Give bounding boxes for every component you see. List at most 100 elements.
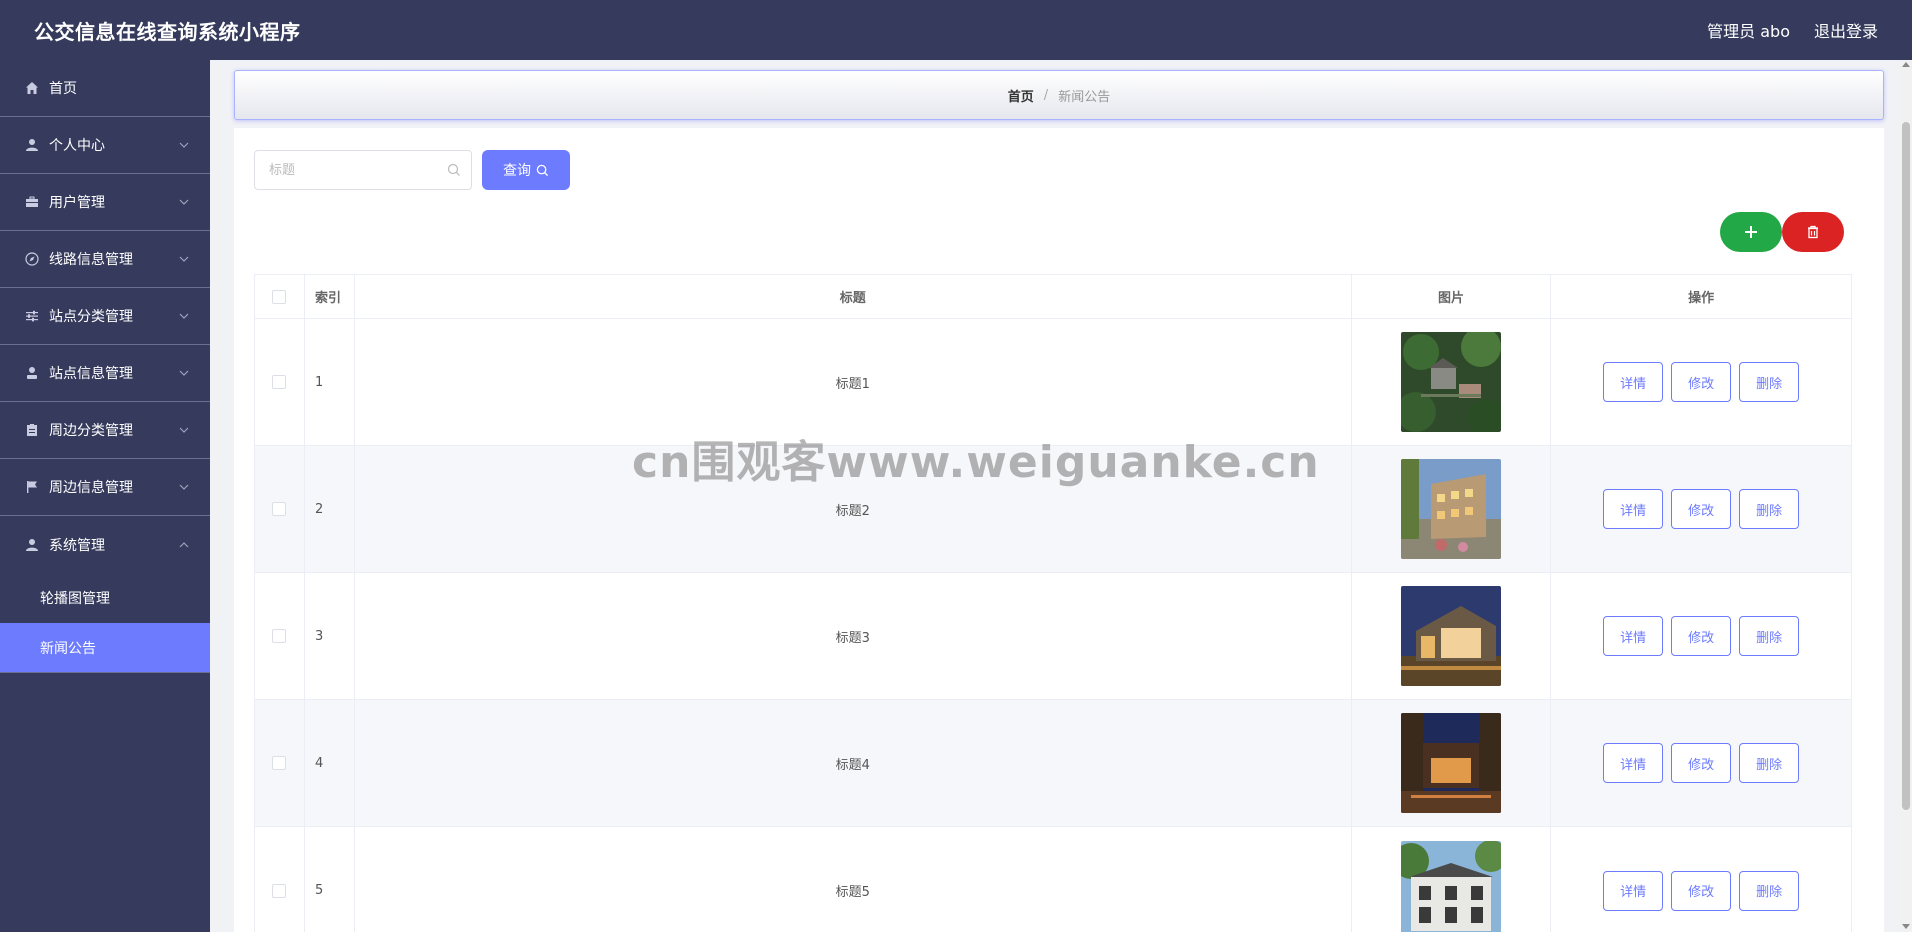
row-checkbox[interactable] bbox=[272, 883, 287, 898]
row-checkbox[interactable] bbox=[272, 629, 287, 643]
table-header: 索引 标题 图片 操作 bbox=[255, 275, 1851, 319]
column-header-index: 索引 bbox=[305, 275, 355, 318]
edit-button[interactable]: 修改 bbox=[1671, 616, 1732, 656]
edit-button[interactable]: 修改 bbox=[1671, 362, 1732, 402]
home-icon bbox=[24, 80, 40, 96]
search-icon bbox=[536, 164, 549, 176]
plus-icon bbox=[1745, 226, 1757, 238]
column-header-title: 标题 bbox=[355, 275, 1352, 318]
sidebar-item-label: 系统管理 bbox=[49, 537, 105, 554]
table-row: 3 标题3 详情 修改 删除 bbox=[255, 573, 1851, 700]
edit-button[interactable]: 修改 bbox=[1671, 743, 1732, 783]
row-index: 2 bbox=[305, 446, 355, 572]
sidebar-item-label: 首页 bbox=[49, 81, 77, 97]
detail-button[interactable]: 详情 bbox=[1603, 489, 1664, 529]
row-checkbox[interactable] bbox=[272, 375, 287, 389]
edit-button[interactable]: 修改 bbox=[1671, 489, 1732, 529]
chevron-down-icon bbox=[179, 370, 189, 376]
sidebar-item-label: 周边分类管理 bbox=[49, 423, 133, 439]
add-button[interactable] bbox=[1720, 212, 1782, 252]
user-icon bbox=[24, 537, 40, 553]
edit-button[interactable]: 修改 bbox=[1671, 870, 1732, 911]
table-row: 2 标题2 详情 修改 删除 bbox=[255, 446, 1851, 573]
sidebar-item-route-management[interactable]: 线路信息管理 bbox=[0, 231, 210, 288]
scroll-thumb[interactable] bbox=[1902, 122, 1910, 810]
detail-button[interactable]: 详情 bbox=[1603, 870, 1664, 911]
current-user[interactable]: 管理员 abo bbox=[1707, 18, 1790, 42]
delete-button[interactable]: 删除 bbox=[1739, 870, 1800, 911]
sidebar-item-label: 用户管理 bbox=[49, 195, 105, 211]
top-header: 公交信息在线查询系统小程序 管理员 abo 退出登录 bbox=[0, 0, 1912, 60]
row-index: 4 bbox=[305, 700, 355, 826]
sidebar-item-label: 线路信息管理 bbox=[49, 252, 133, 268]
breadcrumb-home[interactable]: 首页 bbox=[1008, 86, 1034, 105]
chevron-up-icon bbox=[179, 541, 189, 547]
detail-button[interactable]: 详情 bbox=[1603, 743, 1664, 783]
detail-button[interactable]: 详情 bbox=[1603, 616, 1664, 656]
row-index: 3 bbox=[305, 573, 355, 699]
breadcrumb-current: 新闻公告 bbox=[1058, 89, 1111, 105]
sidebar-item-station-category[interactable]: 站点分类管理 bbox=[0, 288, 210, 345]
app-title: 公交信息在线查询系统小程序 bbox=[34, 19, 301, 44]
query-button-label: 查询 bbox=[503, 163, 531, 179]
page-scrollbar[interactable] bbox=[1900, 60, 1912, 932]
clipboard-icon bbox=[24, 422, 40, 438]
detail-button[interactable]: 详情 bbox=[1603, 362, 1664, 402]
row-index: 5 bbox=[305, 827, 355, 932]
search-input[interactable] bbox=[255, 151, 435, 189]
sidebar-item-nearby-info[interactable]: 周边信息管理 bbox=[0, 459, 210, 516]
column-header-image: 图片 bbox=[1352, 275, 1552, 318]
delete-button[interactable]: 删除 bbox=[1739, 616, 1800, 656]
scroll-down-arrow-icon[interactable] bbox=[1902, 924, 1910, 929]
table-row: 5 标题5 详情 修改 删除 bbox=[255, 827, 1851, 932]
row-title: 标题1 bbox=[355, 319, 1352, 445]
breadcrumb-separator: / bbox=[1043, 87, 1049, 103]
compass-icon bbox=[24, 251, 40, 267]
row-image[interactable] bbox=[1401, 332, 1501, 432]
row-title: 标题4 bbox=[355, 700, 1352, 826]
briefcase-icon bbox=[24, 194, 40, 210]
sidebar-subitem-news[interactable]: 新闻公告 bbox=[0, 623, 210, 673]
chevron-down-icon bbox=[179, 142, 189, 148]
breadcrumb: 首页 / 新闻公告 bbox=[234, 70, 1884, 120]
row-image[interactable] bbox=[1401, 840, 1501, 932]
row-image[interactable] bbox=[1401, 713, 1501, 813]
delete-button[interactable]: 删除 bbox=[1739, 743, 1800, 783]
chevron-down-icon bbox=[179, 199, 189, 205]
chevron-down-icon bbox=[179, 256, 189, 262]
row-title: 标题5 bbox=[355, 827, 1352, 932]
chevron-down-icon bbox=[179, 427, 189, 433]
sidebar: 首页 个人中心 用户管理 线路信息管理 站点分类管理 站点信息管理 周边分类管理… bbox=[0, 60, 210, 932]
delete-button[interactable]: 删除 bbox=[1739, 362, 1800, 402]
flag-icon bbox=[24, 479, 40, 495]
sliders-icon bbox=[24, 308, 40, 324]
row-index: 1 bbox=[305, 319, 355, 445]
sidebar-item-station-info[interactable]: 站点信息管理 bbox=[0, 345, 210, 402]
batch-delete-button[interactable] bbox=[1782, 212, 1844, 252]
select-all-checkbox[interactable] bbox=[272, 289, 287, 304]
sidebar-item-system-management[interactable]: 系统管理 bbox=[0, 516, 210, 573]
delete-button[interactable]: 删除 bbox=[1739, 489, 1800, 529]
query-button[interactable]: 查询 bbox=[482, 150, 570, 190]
sidebar-item-label: 站点信息管理 bbox=[49, 366, 133, 382]
sidebar-item-user-management[interactable]: 用户管理 bbox=[0, 174, 210, 231]
row-title: 标题2 bbox=[355, 446, 1352, 572]
search-field bbox=[254, 150, 472, 190]
sidebar-item-home[interactable]: 首页 bbox=[0, 60, 210, 117]
row-checkbox[interactable] bbox=[272, 756, 287, 770]
row-image[interactable] bbox=[1401, 459, 1501, 559]
chevron-down-icon bbox=[179, 313, 189, 319]
logout-link[interactable]: 退出登录 bbox=[1814, 18, 1878, 42]
content-panel: 查询 索引 标题 图片 操作 1 标题1 bbox=[234, 128, 1884, 932]
row-checkbox[interactable] bbox=[272, 502, 287, 516]
sidebar-item-personal-center[interactable]: 个人中心 bbox=[0, 117, 210, 174]
chevron-down-icon bbox=[179, 484, 189, 490]
trash-icon bbox=[1808, 225, 1818, 239]
sidebar-item-nearby-category[interactable]: 周边分类管理 bbox=[0, 402, 210, 459]
person-icon bbox=[24, 365, 40, 381]
row-image[interactable] bbox=[1401, 586, 1501, 686]
row-title: 标题3 bbox=[355, 573, 1352, 699]
scroll-up-arrow-icon[interactable] bbox=[1902, 62, 1910, 67]
sidebar-item-label: 个人中心 bbox=[49, 138, 105, 154]
sidebar-subitem-carousel[interactable]: 轮播图管理 bbox=[0, 573, 210, 623]
